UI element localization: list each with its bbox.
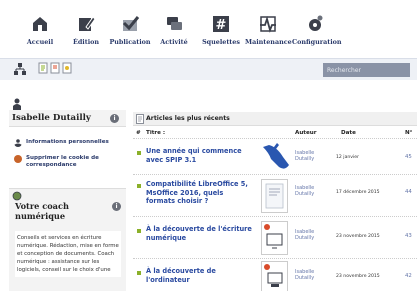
article-id[interactable]: 43 bbox=[405, 233, 412, 239]
col-author[interactable]: Auteur bbox=[295, 130, 317, 136]
article-title[interactable]: À la découverte de l'ordinateur bbox=[146, 267, 254, 284]
col-date[interactable]: Date bbox=[341, 130, 356, 136]
article-thumbnail bbox=[261, 261, 288, 291]
status-bullet bbox=[137, 229, 141, 233]
info-icon[interactable]: i bbox=[110, 114, 119, 123]
article-author[interactable]: Isabelle Dutailly bbox=[295, 229, 325, 241]
nav-item-configuration[interactable]: Configuration bbox=[292, 14, 342, 46]
articles-header: Articles les plus récents bbox=[133, 112, 417, 126]
coach-box: Votre coach numérique i Conseils et serv… bbox=[9, 188, 126, 291]
delete-cookie-label: Supprimer le cookie de correspondance bbox=[26, 155, 99, 168]
article-id[interactable]: 42 bbox=[405, 273, 412, 279]
status-bullet bbox=[137, 271, 141, 275]
pulse-icon bbox=[260, 15, 276, 33]
article-title[interactable]: À la découverte de l'écriture numérique bbox=[146, 225, 254, 242]
status-bullet bbox=[137, 151, 141, 155]
coach-title: Votre coach numérique bbox=[15, 201, 69, 221]
article-id[interactable]: 44 bbox=[405, 189, 412, 195]
create-breve-icon[interactable] bbox=[62, 62, 72, 74]
nav-label: Maintenance bbox=[245, 38, 292, 46]
author-icon bbox=[14, 139, 22, 147]
checkmark-icon bbox=[122, 16, 140, 31]
article-icon bbox=[136, 114, 144, 124]
toolbar bbox=[0, 58, 417, 80]
create-rubrique-icon[interactable] bbox=[50, 62, 60, 74]
article-thumbnail bbox=[261, 179, 288, 213]
screen-image-icon bbox=[264, 224, 283, 249]
nav-label: Édition bbox=[72, 38, 100, 46]
search-input[interactable] bbox=[323, 63, 410, 77]
pencil-icon bbox=[79, 16, 96, 31]
user-box: Isabelle Dutailly i Informations personn… bbox=[9, 98, 126, 184]
article-author[interactable]: Isabelle Dutailly bbox=[295, 269, 325, 281]
article-title[interactable]: Une année qui commence avec SPIP 3.1 bbox=[146, 147, 254, 164]
document-image-icon bbox=[265, 183, 284, 209]
table-row[interactable]: À la découverte de l'ordinateur Isabelle… bbox=[133, 258, 417, 291]
coach-description: Conseils et services en écriture numériq… bbox=[15, 231, 121, 277]
col-title[interactable]: Titre : bbox=[146, 130, 165, 136]
nav-item-accueil[interactable]: Accueil bbox=[17, 14, 63, 46]
user-name: Isabelle Dutailly bbox=[12, 113, 91, 123]
computer-image-icon bbox=[264, 264, 283, 287]
article-id[interactable]: 45 bbox=[405, 154, 412, 160]
home-icon bbox=[33, 17, 47, 31]
cookie-icon bbox=[14, 155, 22, 163]
svg-text:#: # bbox=[216, 18, 227, 33]
nav-label: Squelettes bbox=[202, 38, 240, 46]
nav-label: Configuration bbox=[292, 38, 342, 46]
article-author[interactable]: Isabelle Dutailly bbox=[295, 185, 325, 197]
create-article-icon[interactable] bbox=[38, 62, 48, 74]
author-icon bbox=[13, 98, 21, 110]
article-author[interactable]: Isabelle Dutailly bbox=[295, 150, 325, 162]
main-navigation: Accueil Édition Publication Activité # S… bbox=[0, 0, 417, 58]
article-logo-icon bbox=[263, 143, 289, 169]
table-row[interactable]: À la découverte de l'écriture numérique … bbox=[133, 216, 417, 258]
table-row[interactable]: Compatibilité LibreOffice 5, MsOffice 20… bbox=[133, 174, 417, 216]
col-id[interactable]: N° bbox=[405, 130, 412, 136]
nav-label: Activité bbox=[160, 38, 188, 46]
article-date: 17 décembre 2015 bbox=[336, 190, 380, 195]
delete-cookie-link[interactable]: Supprimer le cookie de correspondance bbox=[14, 155, 126, 169]
nav-item-edition[interactable]: Édition bbox=[63, 14, 109, 46]
globe-icon bbox=[12, 191, 22, 201]
recent-articles: Articles les plus récents # Titre : Aute… bbox=[133, 112, 417, 291]
nav-item-maintenance[interactable]: Maintenance bbox=[245, 14, 292, 46]
personal-info-link[interactable]: Informations personnelles bbox=[14, 139, 109, 147]
speech-bubbles-icon bbox=[167, 17, 182, 30]
status-bullet bbox=[137, 184, 141, 188]
nav-label: Publication bbox=[109, 38, 151, 46]
article-date: 12 janvier bbox=[336, 155, 360, 160]
article-date: 23 novembre 2015 bbox=[336, 274, 380, 279]
table-row[interactable]: Une année qui commence avec SPIP 3.1 Isa… bbox=[133, 138, 417, 174]
hash-icon: # bbox=[213, 16, 229, 33]
article-date: 23 novembre 2015 bbox=[336, 234, 380, 239]
articles-heading: Articles les plus récents bbox=[146, 115, 230, 122]
article-title[interactable]: Compatibilité LibreOffice 5, MsOffice 20… bbox=[146, 180, 254, 206]
nav-item-squelettes[interactable]: # Squelettes bbox=[198, 14, 244, 46]
gear-icon bbox=[309, 15, 323, 31]
personal-info-label: Informations personnelles bbox=[26, 139, 109, 145]
user-header: Isabelle Dutailly i bbox=[9, 110, 126, 127]
nav-label: Accueil bbox=[26, 38, 54, 46]
nav-item-activite[interactable]: Activité bbox=[151, 14, 197, 46]
article-thumbnail bbox=[261, 221, 288, 255]
nav-item-publication[interactable]: Publication bbox=[107, 14, 153, 46]
col-num: # bbox=[136, 130, 141, 136]
info-icon[interactable]: i bbox=[112, 202, 121, 211]
site-map-icon[interactable] bbox=[13, 62, 27, 76]
